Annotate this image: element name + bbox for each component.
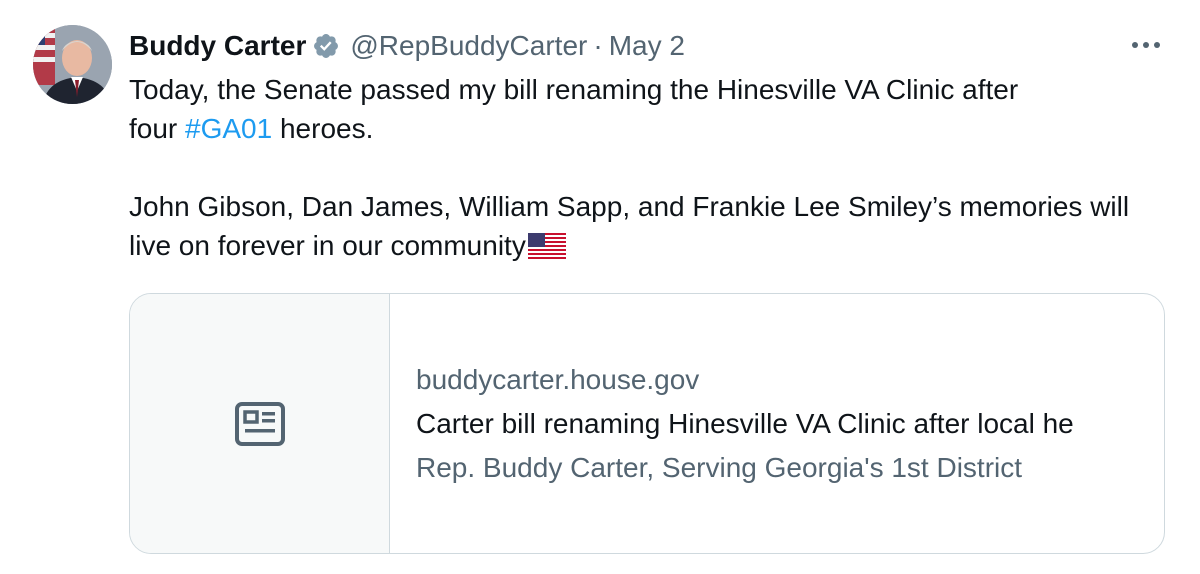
article-icon	[234, 401, 285, 446]
tweet-header: Buddy Carter @RepBuddyCarter · May 2	[129, 26, 685, 66]
tweet-text-segment: John Gibson, Dan James, William Sapp, an…	[129, 191, 1130, 261]
tweet-text: Today, the Senate passed my bill renamin…	[129, 70, 1169, 269]
tweet[interactable]: Buddy Carter @RepBuddyCarter · May 2 Tod…	[0, 0, 1200, 574]
card-title: Carter bill renaming Hinesville VA Clini…	[416, 407, 1074, 439]
card-domain: buddycarter.house.gov	[416, 363, 700, 395]
verified-badge-icon	[312, 32, 340, 60]
separator-dot: ·	[593, 30, 603, 61]
tweet-text-segment: heroes.	[272, 113, 374, 144]
us-flag-icon	[527, 230, 566, 269]
author-name[interactable]: Buddy Carter	[129, 30, 306, 62]
tweet-text-line: four #GA01 heroes.	[129, 109, 1169, 148]
card-info: buddycarter.house.gov Carter bill renami…	[390, 294, 1164, 553]
card-description: Rep. Buddy Carter, Serving Georgia's 1st…	[416, 451, 1023, 483]
tweet-text-segment: four	[129, 113, 186, 144]
tweet-text-line: Today, the Senate passed my bill renamin…	[129, 70, 1169, 109]
card-thumbnail	[130, 294, 390, 553]
avatar-image	[33, 25, 112, 104]
tweet-date[interactable]: May 2	[609, 30, 685, 62]
author-handle[interactable]: @RepBuddyCarter	[350, 30, 587, 62]
avatar[interactable]	[33, 25, 112, 104]
hashtag-link[interactable]: #GA01	[185, 113, 272, 144]
link-card[interactable]: buddycarter.house.gov Carter bill renami…	[129, 293, 1165, 554]
more-options-icon[interactable]	[1128, 30, 1164, 60]
tweet-text-paragraph: John Gibson, Dan James, William Sapp, an…	[129, 187, 1169, 269]
tweet-text-segment: Today, the Senate passed my bill renamin…	[129, 74, 1019, 105]
